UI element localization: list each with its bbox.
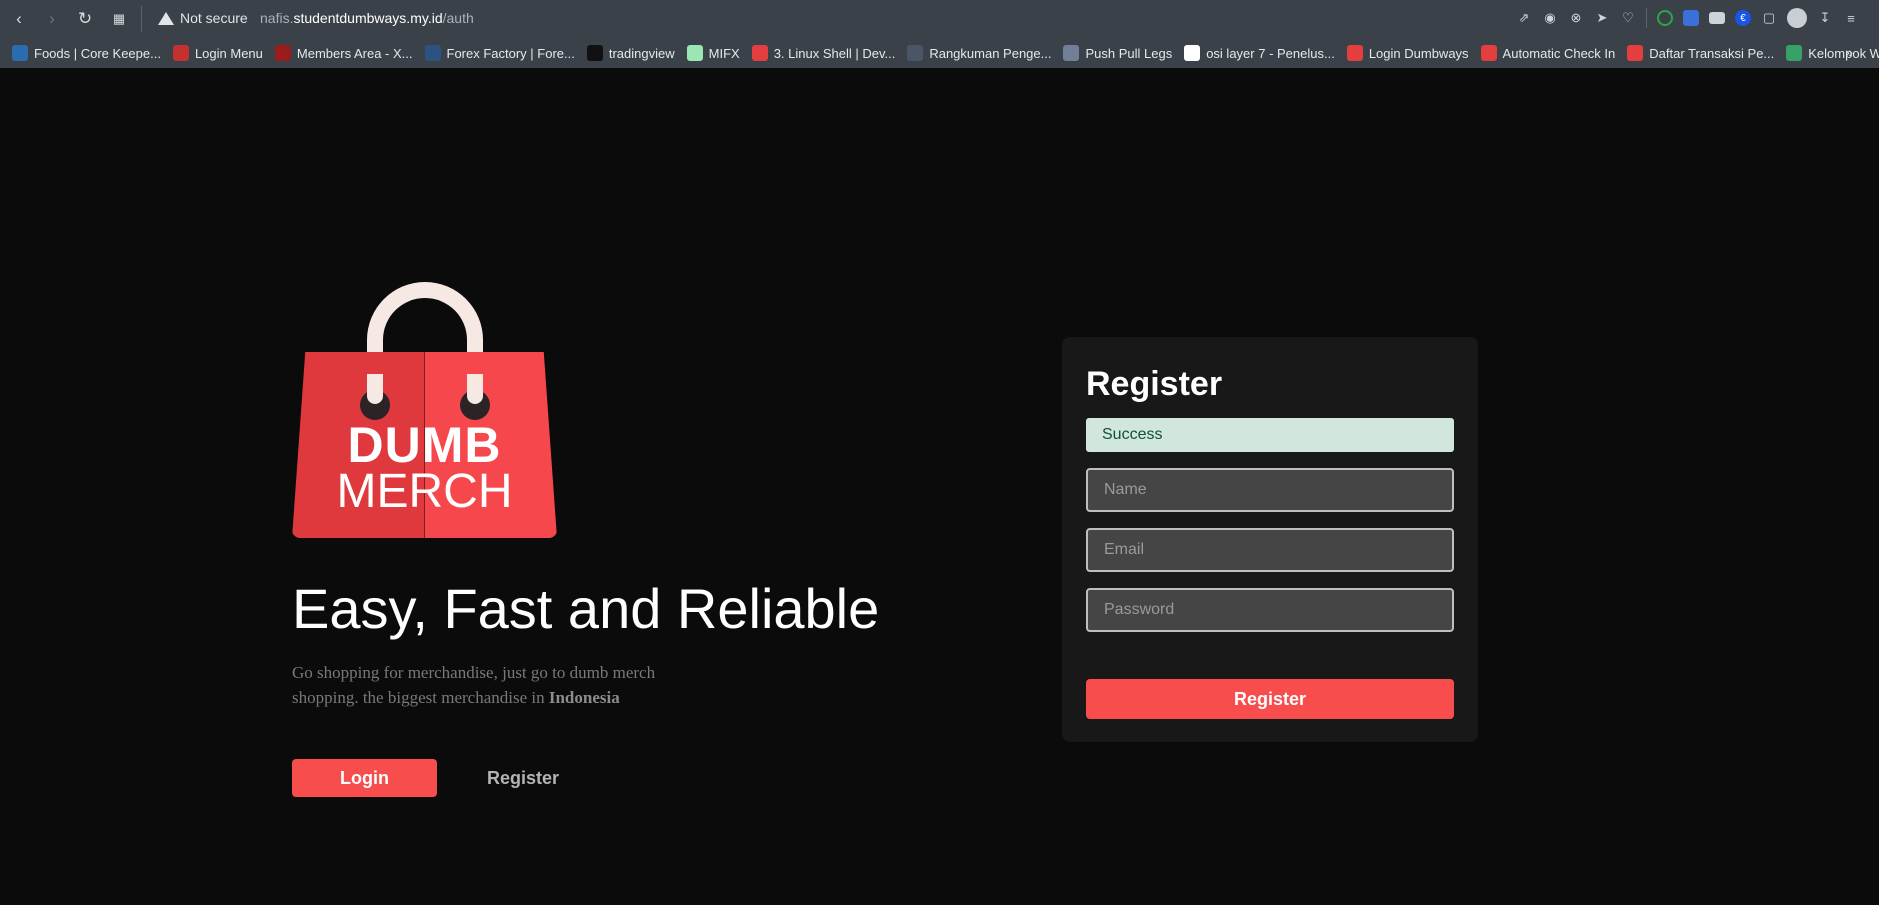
bookmark-favicon-icon (907, 45, 924, 61)
bookmark-item[interactable]: Members Area - X... (274, 45, 413, 61)
bookmark-item[interactable]: Forex Factory | Fore... (424, 45, 575, 61)
url-subdomain: nafis. (260, 10, 294, 26)
hero-description: Go shopping for merchandise, just go to … (292, 660, 712, 710)
bookmark-label: 3. Linux Shell | Dev... (773, 45, 896, 61)
bookmark-item[interactable]: osi layer 7 - Penelus... (1184, 45, 1335, 61)
bookmark-item[interactable]: Foods | Core Keepe... (12, 45, 161, 61)
menu-icon[interactable]: ≡ (1843, 10, 1859, 26)
logo-word-merch: MERCH (336, 465, 513, 518)
close-circle-icon[interactable]: ⊗ (1568, 10, 1584, 26)
address-bar[interactable]: nafis.studentdumbways.my.id/auth (260, 10, 474, 26)
bookmark-item[interactable]: Login Menu (172, 45, 263, 61)
bookmark-item[interactable]: Push Pull Legs (1063, 45, 1172, 61)
bookmark-label: Login Dumbways (1368, 45, 1469, 61)
bookmark-item[interactable]: Kelompok Week 2 -... (1786, 45, 1879, 61)
register-toggle-button[interactable]: Register (470, 759, 576, 797)
bookmark-label: tradingview (608, 45, 675, 61)
bookmark-favicon-icon (12, 45, 28, 61)
bookmark-label: Members Area - X... (296, 45, 413, 61)
dumb-merch-logo: DUMB MERCH (292, 282, 557, 542)
bookmark-label: Automatic Check In (1502, 45, 1616, 61)
bookmark-favicon-icon (424, 45, 441, 61)
bookmark-item[interactable]: MIFX (686, 45, 740, 61)
page-body: DUMB MERCH Easy, Fast and Reliable Go sh… (0, 68, 1879, 905)
bookmark-favicon-icon (586, 45, 603, 61)
register-title: Register (1086, 365, 1223, 403)
bookmark-favicon-icon (1346, 45, 1363, 61)
success-alert: Success (1086, 418, 1454, 452)
tab-grid-icon[interactable]: ▦ (108, 8, 130, 30)
description-bold: Indonesia (548, 688, 620, 707)
security-indicator[interactable]: Not secure (158, 10, 248, 26)
url-host: studentdumbways.my.id (293, 10, 443, 26)
camera-extension-icon[interactable] (1709, 12, 1725, 24)
translate-extension-icon[interactable] (1683, 10, 1699, 26)
bookmark-label: Kelompok Week 2 -... (1808, 45, 1879, 61)
whatsapp-extension-icon[interactable] (1657, 10, 1673, 26)
bookmark-item[interactable]: Rangkuman Penge... (907, 45, 1051, 61)
bookmark-label: osi layer 7 - Penelus... (1206, 45, 1335, 61)
bookmarks-more-button[interactable]: » (1845, 44, 1853, 60)
heart-icon[interactable]: ♡ (1620, 10, 1636, 26)
bookmark-item[interactable]: 3. Linux Shell | Dev... (751, 45, 896, 61)
bookmark-label: MIFX (708, 45, 740, 61)
register-card: Register Success Register (1062, 337, 1478, 742)
url-path: /auth (442, 10, 474, 26)
bookmark-item[interactable]: Daftar Transaksi Pe... (1627, 45, 1774, 61)
name-input[interactable] (1086, 468, 1454, 512)
bookmark-label: Login Menu (194, 45, 263, 61)
bookmark-item[interactable]: Login Dumbways (1346, 45, 1469, 61)
euro-extension-icon[interactable]: € (1735, 10, 1751, 26)
toolbar-actions: ⇗ ◉ ⊗ ➤ ♡ € ▢ ↧ ≡ (1516, 8, 1859, 28)
download-icon[interactable]: ↧ (1817, 10, 1833, 26)
share-icon[interactable]: ⇗ (1516, 10, 1532, 26)
security-label: Not secure (180, 10, 248, 26)
bookmark-label: Forex Factory | Fore... (446, 45, 575, 61)
password-input[interactable] (1086, 588, 1454, 632)
reload-icon[interactable]: ↻ (74, 8, 96, 30)
toolbar-divider (1646, 8, 1647, 28)
hero-tagline: Easy, Fast and Reliable (292, 577, 880, 640)
snapshot-icon[interactable]: ◉ (1542, 10, 1558, 26)
bookmark-favicon-icon (751, 45, 768, 61)
back-icon[interactable]: ‹ (8, 8, 30, 30)
profile-avatar[interactable] (1787, 8, 1807, 28)
bookmark-favicon-icon (1184, 45, 1201, 61)
login-button[interactable]: Login (292, 759, 437, 797)
toolbar-divider (141, 6, 142, 32)
bookmark-label: Push Pull Legs (1085, 45, 1173, 61)
bookmarks-bar: Foods | Core Keepe... Login Menu Members A… (0, 38, 1879, 68)
email-input[interactable] (1086, 528, 1454, 572)
extensions-cube-icon[interactable]: ▢ (1761, 10, 1777, 26)
bookmark-favicon-icon (274, 45, 291, 61)
bookmark-item[interactable]: tradingview (586, 45, 675, 61)
bookmark-favicon-icon (1786, 45, 1803, 61)
send-icon[interactable]: ➤ (1594, 10, 1610, 26)
bookmark-label: Rangkuman Penge... (929, 45, 1052, 61)
register-submit-button[interactable]: Register (1086, 679, 1454, 719)
forward-icon[interactable]: › (41, 8, 63, 30)
bookmark-favicon-icon (1627, 45, 1644, 61)
warning-icon (158, 11, 174, 25)
bookmark-favicon-icon (686, 45, 703, 61)
bookmark-favicon-icon (1063, 45, 1080, 61)
bookmark-label: Foods | Core Keepe... (34, 45, 161, 61)
bookmark-label: Daftar Transaksi Pe... (1649, 45, 1775, 61)
bookmark-item[interactable]: Automatic Check In (1480, 45, 1616, 61)
browser-toolbar: ‹ › ↻ ▦ Not secure nafis.studentdumbways… (0, 0, 1879, 38)
bookmark-favicon-icon (1480, 45, 1497, 61)
bookmark-favicon-icon (172, 45, 189, 61)
